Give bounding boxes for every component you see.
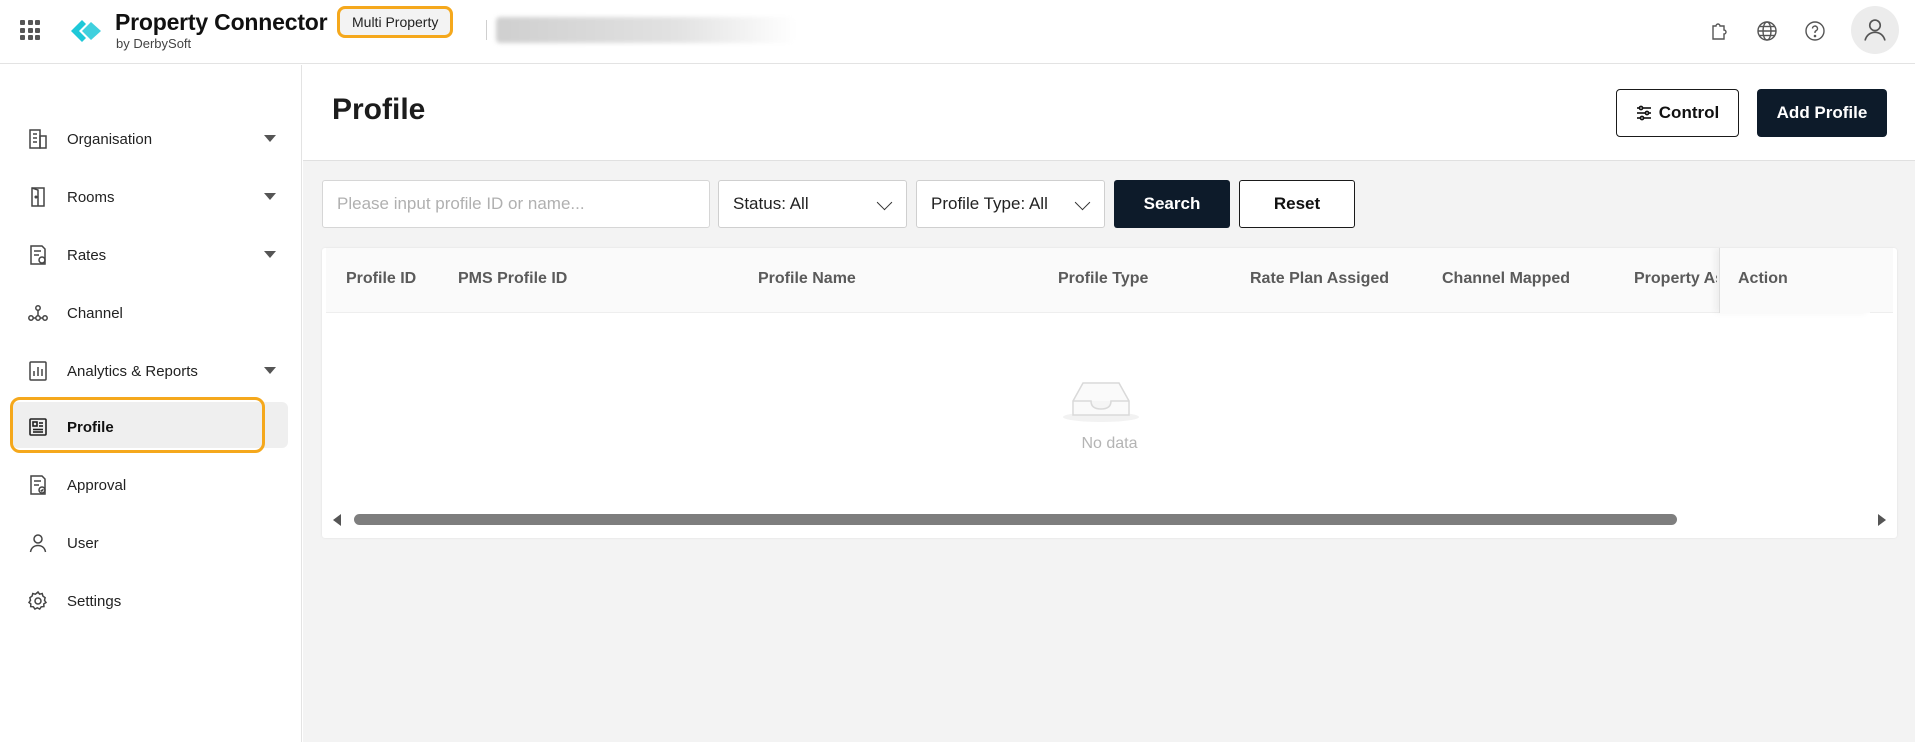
table-header: Profile ID PMS Profile ID Profile Name P… bbox=[326, 248, 1893, 313]
column-header-channel-mapped[interactable]: Channel Mapped bbox=[1442, 270, 1570, 288]
page-title: Profile bbox=[332, 93, 426, 126]
empty-inbox-icon bbox=[1063, 382, 1139, 422]
app-title: Property Connector bbox=[115, 9, 328, 35]
sidebar-item-channel[interactable]: Channel bbox=[12, 289, 288, 337]
blurred-property-selector bbox=[496, 17, 796, 43]
caret-down-icon bbox=[264, 251, 276, 258]
profile-card-icon bbox=[29, 418, 47, 436]
control-button[interactable]: Control bbox=[1616, 89, 1739, 137]
horizontal-scrollbar[interactable] bbox=[322, 511, 1897, 529]
apps-grid-icon[interactable] bbox=[20, 20, 40, 40]
chevron-down-icon bbox=[876, 194, 893, 211]
sidebar-item-label: Settings bbox=[67, 592, 122, 610]
network-icon bbox=[28, 305, 48, 321]
chevron-down-icon bbox=[1074, 194, 1091, 211]
sidebar-item-label: Approval bbox=[67, 476, 127, 494]
column-header-profile-name[interactable]: Profile Name bbox=[758, 270, 856, 288]
control-button-label: Control bbox=[1658, 103, 1720, 122]
header-divider bbox=[486, 20, 487, 40]
property-connector-logo bbox=[71, 20, 101, 42]
sidebar-item-label: Organisation bbox=[67, 130, 153, 148]
help-icon[interactable] bbox=[1803, 19, 1827, 43]
scrollbar-thumb[interactable] bbox=[354, 514, 1677, 525]
reset-button[interactable]: Reset bbox=[1239, 180, 1355, 228]
status-select-value: Status: All bbox=[733, 194, 809, 213]
sliders-icon bbox=[1636, 105, 1651, 121]
add-profile-button[interactable]: Add Profile bbox=[1757, 89, 1887, 137]
puzzle-icon[interactable] bbox=[1707, 19, 1731, 43]
multi-property-badge[interactable]: Multi Property bbox=[337, 6, 454, 38]
globe-icon[interactable] bbox=[1755, 19, 1779, 43]
sidebar-item-label: Analytics & Reports bbox=[67, 362, 198, 380]
caret-down-icon bbox=[264, 135, 276, 142]
sidebar-item-label: Rooms bbox=[67, 188, 115, 206]
caret-down-icon bbox=[264, 367, 276, 374]
column-header-profile-id[interactable]: Profile ID bbox=[346, 270, 416, 288]
sidebar-item-label: Rates bbox=[67, 246, 107, 264]
rate-document-icon bbox=[30, 245, 46, 265]
sidebar-item-rooms[interactable]: Rooms bbox=[12, 173, 288, 221]
column-header-action: Action bbox=[1738, 270, 1788, 287]
gear-icon bbox=[27, 590, 48, 610]
page-header: Profile Control Add Profile bbox=[303, 65, 1915, 161]
sidebar-item-label: User bbox=[67, 534, 99, 552]
main-content: Profile Control Add Profile Status: All … bbox=[303, 65, 1915, 742]
sidebar-item-user[interactable]: User bbox=[12, 519, 288, 567]
caret-down-icon bbox=[264, 193, 276, 200]
scroll-left-arrow-icon[interactable] bbox=[333, 514, 341, 526]
profile-type-select[interactable]: Profile Type: All bbox=[916, 180, 1105, 228]
user-icon bbox=[29, 534, 47, 553]
fixed-action-column: Action bbox=[1719, 248, 1870, 313]
door-icon bbox=[31, 187, 45, 207]
bar-chart-icon bbox=[29, 361, 47, 381]
search-button[interactable]: Search bbox=[1114, 180, 1230, 228]
column-header-profile-type[interactable]: Profile Type bbox=[1058, 270, 1148, 288]
sidebar-item-settings[interactable]: Settings bbox=[12, 577, 288, 625]
column-header-rate-plan-assigned[interactable]: Rate Plan Assiged bbox=[1250, 270, 1389, 288]
top-bar: Property Connector by DerbySoft Multi Pr… bbox=[0, 0, 1915, 64]
sidebar-item-label: Profile bbox=[67, 418, 114, 436]
building-icon bbox=[29, 129, 47, 149]
sidebar: Organisation Rooms Rates Channel Analyti… bbox=[0, 65, 302, 742]
sidebar-item-rates[interactable]: Rates bbox=[12, 231, 288, 279]
no-data-text: No data bbox=[1081, 435, 1138, 452]
sidebar-item-profile[interactable]: Profile bbox=[12, 403, 288, 451]
sidebar-item-label: Channel bbox=[67, 304, 123, 322]
sidebar-item-approval[interactable]: Approval bbox=[12, 461, 288, 509]
sidebar-item-organisation[interactable]: Organisation bbox=[12, 115, 288, 163]
approval-document-icon bbox=[30, 475, 46, 495]
sidebar-item-analytics-reports[interactable]: Analytics & Reports bbox=[12, 347, 288, 395]
profile-search-input[interactable] bbox=[322, 180, 710, 228]
column-header-property-assigned[interactable]: Property Assigned bbox=[1634, 270, 1717, 288]
column-header-pms-profile-id[interactable]: PMS Profile ID bbox=[458, 270, 567, 288]
scroll-right-arrow-icon[interactable] bbox=[1878, 514, 1886, 526]
app-subtitle: by DerbySoft bbox=[116, 36, 192, 51]
user-avatar-icon[interactable] bbox=[1851, 6, 1899, 54]
status-select[interactable]: Status: All bbox=[718, 180, 907, 228]
profile-table: Profile ID PMS Profile ID Profile Name P… bbox=[322, 248, 1897, 538]
profile-type-select-value: Profile Type: All bbox=[931, 194, 1048, 213]
